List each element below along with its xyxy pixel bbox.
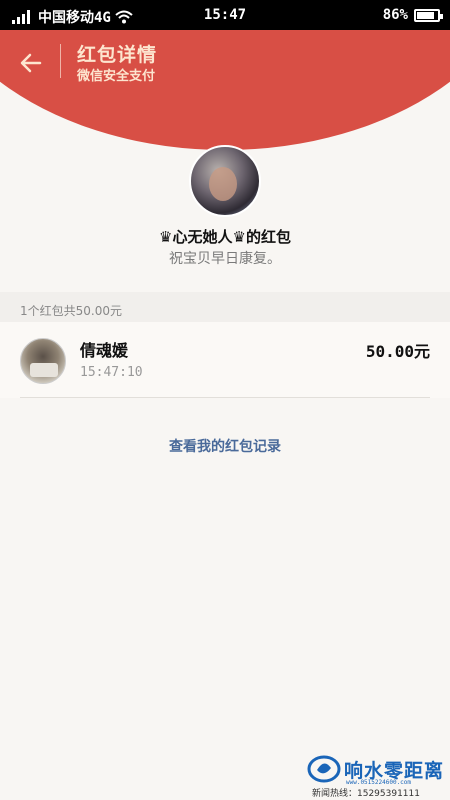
- watermark: 响水零距离 www.0515224600.com 新闻热线：1529539111…: [302, 752, 447, 799]
- receive-amount: 50.00元: [365, 342, 430, 361]
- receiver-avatar[interactable]: [20, 338, 66, 384]
- sender-avatar[interactable]: [189, 145, 261, 217]
- divider: [20, 397, 430, 398]
- receiver-name: 倩魂媛: [80, 341, 129, 360]
- brand-hotline: 新闻热线：15295391111: [312, 789, 420, 799]
- arrow-left-icon[interactable]: [18, 50, 44, 76]
- status-right: 86%: [382, 7, 443, 23]
- header-background: [0, 30, 450, 150]
- sender-name: ♛心无她人♛的红包: [159, 228, 291, 246]
- list-item[interactable]: 倩魂媛 15:47:10 50.00元: [0, 322, 450, 398]
- greeting-message: 祝宝贝早日康复。: [169, 251, 281, 267]
- brand-logo-icon: [307, 755, 341, 783]
- brand-url: www.0515224600.com: [346, 779, 412, 786]
- page-title: 红包详情: [77, 44, 158, 66]
- header-divider: [60, 44, 61, 78]
- receive-time: 15:47:10: [80, 365, 143, 380]
- status-bar: 中国移动4G 15:47 86%: [0, 0, 450, 30]
- view-history-link[interactable]: 查看我的红包记录: [0, 436, 450, 456]
- battery-percent: 86%: [382, 7, 408, 23]
- page-subtitle: 微信安全支付: [77, 69, 156, 84]
- packet-summary: 1个红包共50.00元: [0, 292, 450, 322]
- battery-fill: [417, 11, 434, 19]
- battery-icon: [414, 8, 443, 22]
